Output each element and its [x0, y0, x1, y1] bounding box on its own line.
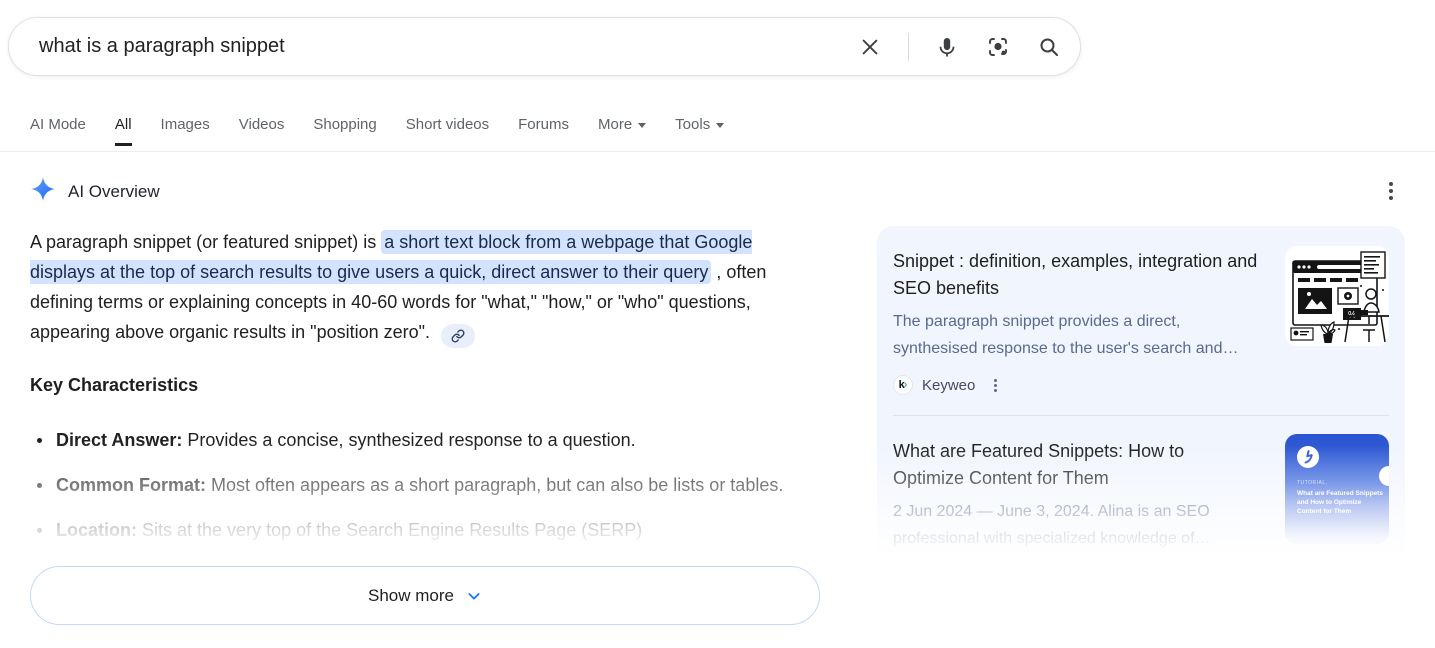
search-results-page: what is a paragraph snippet	[0, 0, 1435, 648]
result-thumbnail[interactable]: %	[1285, 246, 1389, 346]
tabs-divider	[0, 151, 1435, 152]
google-lens-icon[interactable]	[985, 34, 1011, 60]
section-heading: Key Characteristics	[30, 375, 198, 396]
search-icon[interactable]	[1036, 34, 1062, 60]
tab-more[interactable]: More	[598, 116, 646, 146]
logo-icon	[1297, 446, 1319, 473]
tab-forums[interactable]: Forums	[518, 116, 569, 146]
list-item: Direct Answer: Provides a concise, synth…	[30, 425, 790, 456]
favicon: k›	[893, 375, 913, 395]
tab-videos[interactable]: Videos	[239, 116, 285, 146]
tab-shopping[interactable]: Shopping	[313, 116, 376, 146]
list-item: Common Format: Most often appears as a s…	[30, 470, 790, 501]
sources-card: Snippet : definition, examples, integrat…	[877, 226, 1405, 576]
result-title[interactable]: What are Featured Snippets: How to Optim…	[893, 438, 1223, 492]
logo-icon	[1379, 466, 1389, 486]
result-thumbnail[interactable]: TUTORIAL, What are Featured Snippets and…	[1285, 434, 1389, 544]
ai-overview-header: AI Overview	[30, 176, 160, 207]
list-item: Location: Sits at the very top of the Se…	[30, 515, 790, 546]
bullet-text: Most often appears as a short paragraph,…	[211, 475, 783, 495]
chevron-down-icon	[638, 123, 646, 128]
clear-icon[interactable]	[857, 34, 883, 60]
ai-overview-label: AI Overview	[68, 182, 160, 202]
bullet-text: Sits at the very top of the Search Engin…	[142, 520, 642, 540]
overflow-menu-icon[interactable]	[992, 377, 999, 394]
search-bar-divider	[908, 33, 909, 61]
bullet-text: Provides a concise, synthesized response…	[187, 430, 635, 450]
source-name: Keyweo	[922, 377, 975, 394]
thumbnail-title: What are Featured Snippets and How to Op…	[1297, 489, 1383, 516]
tab-ai-mode[interactable]: AI Mode	[30, 116, 86, 146]
tab-images[interactable]: Images	[161, 116, 210, 146]
result-title[interactable]: Snippet : definition, examples, integrat…	[893, 248, 1265, 302]
chevron-down-icon	[466, 588, 482, 604]
show-more-button[interactable]: Show more	[30, 566, 820, 625]
tab-all[interactable]: All	[115, 116, 132, 146]
show-more-label: Show more	[368, 586, 454, 606]
source-result: What are Featured Snippets: How to Optim…	[877, 416, 1405, 552]
search-input[interactable]: what is a paragraph snippet	[39, 35, 857, 58]
bullet-term: Common Format:	[56, 475, 206, 495]
characteristics-list: Direct Answer: Provides a concise, synth…	[30, 425, 790, 560]
ai-sparkle-icon	[30, 176, 56, 207]
source-link-chip[interactable]	[441, 324, 475, 348]
tab-tools-label: Tools	[675, 116, 710, 133]
tab-tools[interactable]: Tools	[675, 116, 724, 146]
thumbnail-tag: TUTORIAL,	[1297, 480, 1328, 486]
answer-intro: A paragraph snippet (or featured snippet…	[30, 232, 376, 252]
result-description: 2 Jun 2024 — June 3, 2024. Alina is an S…	[893, 498, 1223, 552]
result-description: The paragraph snippet provides a direct,…	[893, 308, 1265, 362]
link-icon	[451, 329, 465, 343]
search-bar[interactable]: what is a paragraph snippet	[8, 17, 1081, 76]
bullet-term: Location:	[56, 520, 137, 540]
microphone-icon[interactable]	[934, 34, 960, 60]
illustration-image: %	[1285, 246, 1389, 346]
favicon-chevron: ›	[904, 379, 908, 391]
search-bar-actions	[857, 33, 1062, 61]
result-filter-tabs: AI Mode All Images Videos Shopping Short…	[30, 116, 724, 146]
chevron-down-icon	[716, 123, 724, 128]
result-source-row: k› Keyweo	[893, 375, 1389, 395]
source-result: Snippet : definition, examples, integrat…	[877, 226, 1405, 395]
overflow-menu-icon[interactable]	[1387, 180, 1395, 202]
tab-more-label: More	[598, 116, 632, 133]
bullet-term: Direct Answer:	[56, 430, 182, 450]
tab-short-videos[interactable]: Short videos	[406, 116, 489, 146]
ai-overview-answer: A paragraph snippet (or featured snippet…	[30, 227, 810, 348]
